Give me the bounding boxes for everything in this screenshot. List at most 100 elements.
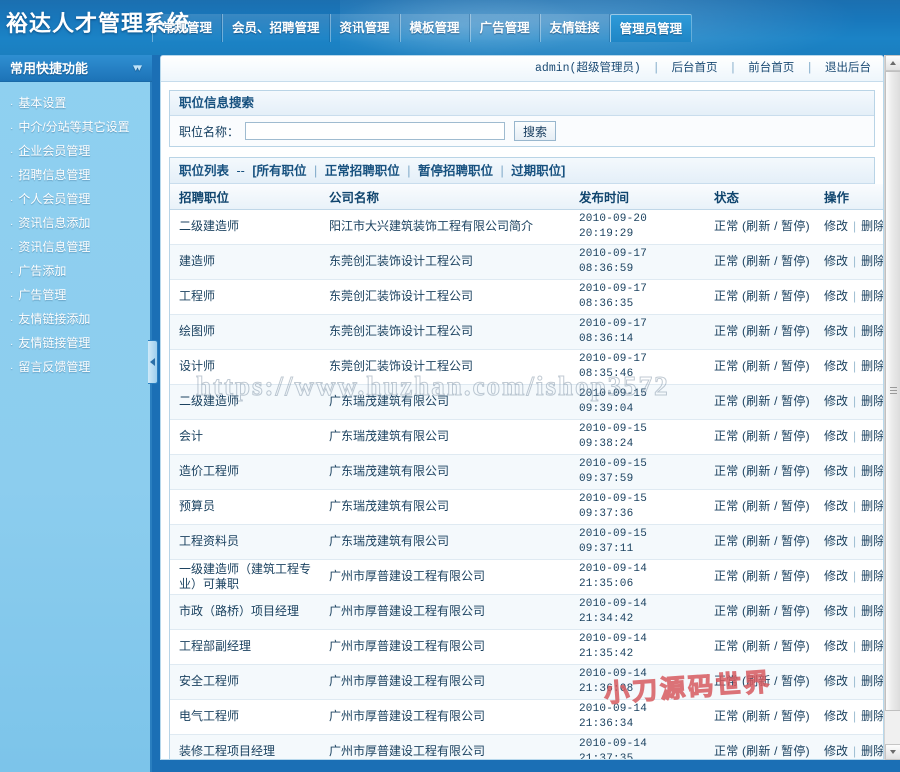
filter-paused-jobs[interactable]: 暂停招聘职位 [418, 164, 493, 178]
delete-link[interactable]: 删除 [861, 394, 883, 408]
filter-all-jobs[interactable]: [所有职位 [252, 164, 306, 178]
sidebar-item-8[interactable]: · 广告管理 [10, 283, 150, 307]
edit-link[interactable]: 修改 [824, 569, 848, 583]
status-pause-link[interactable]: 暂停 [781, 464, 805, 478]
status-refresh-link[interactable]: 刷新 [746, 464, 770, 478]
edit-link[interactable]: 修改 [824, 499, 848, 513]
edit-link[interactable]: 修改 [824, 604, 848, 618]
status-refresh-link[interactable]: 刷新 [746, 639, 770, 653]
scrollbar-thumb[interactable] [885, 71, 900, 711]
status-pause-link[interactable]: 暂停 [781, 674, 805, 688]
sidebar-item-2[interactable]: · 企业会员管理 [10, 139, 150, 163]
delete-link[interactable]: 删除 [861, 219, 883, 233]
delete-link[interactable]: 删除 [861, 604, 883, 618]
delete-link[interactable]: 删除 [861, 709, 883, 723]
filter-expired-jobs[interactable]: 过期职位] [511, 164, 565, 178]
sidebar-item-11[interactable]: · 留言反馈管理 [10, 355, 150, 379]
edit-link[interactable]: 修改 [824, 219, 848, 233]
status-pause-link[interactable]: 暂停 [781, 429, 805, 443]
edit-link[interactable]: 修改 [824, 429, 848, 443]
edit-link[interactable]: 修改 [824, 639, 848, 653]
sidebar-item-4[interactable]: · 个人会员管理 [10, 187, 150, 211]
status-refresh-link[interactable]: 刷新 [746, 254, 770, 268]
delete-link[interactable]: 删除 [861, 674, 883, 688]
status-refresh-link[interactable]: 刷新 [746, 289, 770, 303]
sidebar-item-5[interactable]: · 资讯信息添加 [10, 211, 150, 235]
edit-link[interactable]: 修改 [824, 289, 848, 303]
page-scrollbar[interactable] [884, 55, 900, 760]
status-refresh-link[interactable]: 刷新 [746, 324, 770, 338]
delete-link[interactable]: 删除 [861, 744, 883, 758]
sidebar-item-6[interactable]: · 资讯信息管理 [10, 235, 150, 259]
status-pause-link[interactable]: 暂停 [781, 639, 805, 653]
edit-link[interactable]: 修改 [824, 254, 848, 268]
scroll-down-button[interactable] [885, 744, 900, 760]
link-site-home[interactable]: 前台首页 [748, 62, 794, 75]
edit-link[interactable]: 修改 [824, 709, 848, 723]
status-refresh-link[interactable]: 刷新 [746, 219, 770, 233]
tab-2[interactable]: 资讯管理 [329, 14, 400, 42]
sidebar-item-3[interactable]: · 招聘信息管理 [10, 163, 150, 187]
status-pause-link[interactable]: 暂停 [781, 499, 805, 513]
status-pause-link[interactable]: 暂停 [781, 744, 805, 758]
status-pause-link[interactable]: 暂停 [781, 254, 805, 268]
tab-4[interactable]: 广告管理 [469, 14, 540, 42]
status-pause-link[interactable]: 暂停 [781, 359, 805, 373]
edit-link[interactable]: 修改 [824, 324, 848, 338]
delete-link[interactable]: 删除 [861, 429, 883, 443]
status-refresh-link[interactable]: 刷新 [746, 604, 770, 618]
delete-link[interactable]: 删除 [861, 464, 883, 478]
edit-link[interactable]: 修改 [824, 464, 848, 478]
status-refresh-link[interactable]: 刷新 [746, 394, 770, 408]
tab-0[interactable]: 常规管理 [152, 14, 223, 42]
status-refresh-link[interactable]: 刷新 [746, 744, 770, 758]
delete-link[interactable]: 删除 [861, 499, 883, 513]
link-logout[interactable]: 退出后台 [825, 62, 871, 75]
sidebar-item-7[interactable]: · 广告添加 [10, 259, 150, 283]
tab-1[interactable]: 会员、招聘管理 [222, 14, 330, 42]
link-admin-home[interactable]: 后台首页 [672, 62, 718, 75]
sidebar-item-9[interactable]: · 友情链接添加 [10, 307, 150, 331]
status-refresh-link[interactable]: 刷新 [746, 534, 770, 548]
edit-link[interactable]: 修改 [824, 359, 848, 373]
status-refresh-link[interactable]: 刷新 [746, 359, 770, 373]
chevron-double-down-icon[interactable]: ▾▾ [133, 55, 142, 82]
status-pause-link[interactable]: 暂停 [781, 394, 805, 408]
status-refresh-link[interactable]: 刷新 [746, 429, 770, 443]
search-button[interactable]: 搜索 [514, 121, 557, 141]
filter-active-jobs[interactable]: 正常招聘职位 [325, 164, 400, 178]
tab-5[interactable]: 友情链接 [539, 14, 610, 42]
delete-link[interactable]: 删除 [861, 289, 883, 303]
delete-link[interactable]: 删除 [861, 324, 883, 338]
sidebar-item-1[interactable]: · 中介/分站等其它设置 [10, 115, 150, 139]
status-pause-link[interactable]: 暂停 [781, 289, 805, 303]
search-input[interactable] [245, 122, 506, 140]
edit-link[interactable]: 修改 [824, 744, 848, 758]
edit-link[interactable]: 修改 [824, 534, 848, 548]
edit-link[interactable]: 修改 [824, 394, 848, 408]
bullet-icon: · [10, 291, 14, 302]
status-refresh-link[interactable]: 刷新 [746, 569, 770, 583]
status-pause-link[interactable]: 暂停 [781, 219, 805, 233]
scroll-up-button[interactable] [885, 55, 900, 71]
tab-6[interactable]: 管理员管理 [609, 14, 693, 42]
delete-link[interactable]: 删除 [861, 569, 883, 583]
sidebar-item-10[interactable]: · 友情链接管理 [10, 331, 150, 355]
status-pause-link[interactable]: 暂停 [781, 324, 805, 338]
status-refresh-link[interactable]: 刷新 [746, 674, 770, 688]
delete-link[interactable]: 删除 [861, 534, 883, 548]
delete-link[interactable]: 删除 [861, 359, 883, 373]
sidebar-collapse-handle[interactable] [148, 340, 158, 384]
delete-link[interactable]: 删除 [861, 254, 883, 268]
status-pause-link[interactable]: 暂停 [781, 569, 805, 583]
tab-3[interactable]: 模板管理 [399, 14, 470, 42]
status-refresh-link[interactable]: 刷新 [746, 499, 770, 513]
delete-link[interactable]: 删除 [861, 639, 883, 653]
edit-link[interactable]: 修改 [824, 674, 848, 688]
status-pause-link[interactable]: 暂停 [781, 604, 805, 618]
sidebar-item-0[interactable]: · 基本设置 [10, 91, 150, 115]
op-separator: | [853, 429, 857, 443]
status-pause-link[interactable]: 暂停 [781, 709, 805, 723]
status-refresh-link[interactable]: 刷新 [746, 709, 770, 723]
status-pause-link[interactable]: 暂停 [781, 534, 805, 548]
